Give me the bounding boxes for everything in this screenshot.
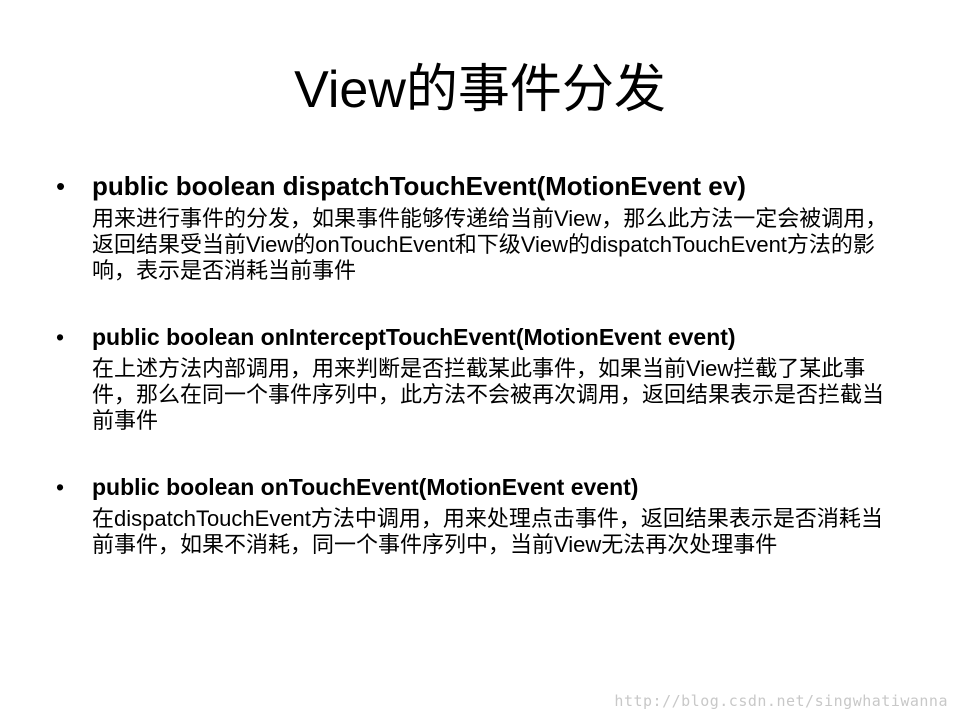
method-signature: public boolean dispatchTouchEvent(Motion…: [92, 171, 746, 201]
bullet-marker: •: [56, 324, 65, 350]
watermark-url: http://blog.csdn.net/singwhatiwanna: [614, 692, 948, 710]
method-description: 用来进行事件的分发，如果事件能够传递给当前View，那么此方法一定会被调用，返回…: [92, 206, 888, 283]
method-description: 在上述方法内部调用，用来判断是否拦截某此事件，如果当前View拦截了某此事件，那…: [92, 356, 885, 433]
bullet-item-on-intercept-touch-event: • public boolean onInterceptTouchEvent(M…: [56, 320, 916, 434]
bullet-item-on-touch-event: • public boolean onTouchEvent(MotionEven…: [56, 470, 916, 558]
method-signature: public boolean onInterceptTouchEvent(Mot…: [92, 324, 736, 350]
bullet-item-dispatch-touch-event: • public boolean dispatchTouchEvent(Moti…: [56, 168, 916, 284]
method-signature: public boolean onTouchEvent(MotionEvent …: [92, 474, 639, 500]
bullet-marker: •: [56, 474, 65, 500]
method-description: 在dispatchTouchEvent方法中调用，用来处理点击事件，返回结果表示…: [92, 506, 883, 557]
slide-title: View的事件分发: [294, 61, 666, 119]
slide: View的事件分发 • public boolean dispatchTouch…: [0, 0, 960, 720]
bullet-marker: •: [56, 171, 66, 201]
bullet-list: • public boolean dispatchTouchEvent(Moti…: [56, 168, 916, 558]
